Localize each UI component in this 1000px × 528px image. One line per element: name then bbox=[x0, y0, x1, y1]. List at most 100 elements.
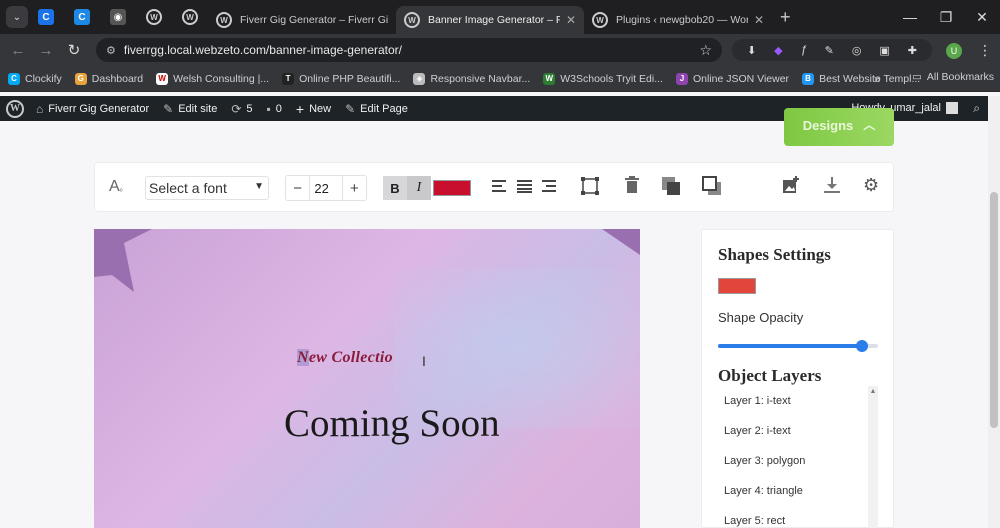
pinned-tab[interactable]: W bbox=[172, 0, 208, 34]
close-tab-icon[interactable]: ✕ bbox=[754, 13, 764, 27]
tab-search-icon[interactable]: ⌄ bbox=[6, 6, 28, 28]
wp-comments[interactable]: ▪ 0 bbox=[267, 102, 282, 116]
compass-icon[interactable]: ◎ bbox=[852, 44, 862, 57]
layer-item[interactable]: Layer 4: triangle bbox=[718, 476, 878, 506]
bold-button[interactable]: B bbox=[383, 176, 407, 200]
close-window-icon[interactable]: ✕ bbox=[964, 0, 1000, 34]
bookmark-item[interactable]: W Welsh Consulting |... bbox=[156, 72, 269, 85]
bookmark-item[interactable]: W W3Schools Tryit Edi... bbox=[543, 72, 663, 85]
reload-icon[interactable]: ↻ bbox=[60, 41, 88, 59]
layer-item[interactable]: Layer 5: rect bbox=[718, 506, 878, 528]
bookmark-item[interactable]: G Dashboard bbox=[74, 72, 143, 85]
add-image-icon[interactable] bbox=[782, 176, 800, 199]
layer-item[interactable]: Layer 1: i-text bbox=[718, 386, 878, 416]
bookmark-favicon-icon: G bbox=[74, 72, 87, 85]
updates-icon: ⟳ bbox=[231, 101, 242, 116]
bookmark-label: Best Website Templ... bbox=[819, 72, 921, 85]
align-right-icon[interactable] bbox=[542, 178, 558, 198]
font-select[interactable]: Select a font ▼ bbox=[145, 176, 269, 200]
color-picker-icon[interactable]: ✎ bbox=[825, 44, 834, 57]
align-center-icon[interactable] bbox=[517, 178, 533, 198]
page-scrollbar[interactable] bbox=[988, 96, 1000, 528]
trash-icon[interactable] bbox=[624, 176, 640, 199]
pinned-tab[interactable]: W bbox=[136, 0, 172, 34]
all-bookmarks-button[interactable]: ▭ All Bookmarks bbox=[912, 71, 994, 83]
resize-icon[interactable] bbox=[580, 176, 600, 201]
wp-edit-page[interactable]: ✎ Edit Page bbox=[345, 102, 408, 116]
increase-size-button[interactable]: + bbox=[343, 180, 366, 197]
new-collection-rest: ew Collectio bbox=[308, 349, 393, 366]
browser-tab[interactable]: W Plugins ‹ newgbob20 — WordP ✕ bbox=[584, 6, 772, 34]
camera-icon[interactable]: ▣ bbox=[879, 44, 889, 57]
bookmark-label: Clockify bbox=[25, 72, 62, 85]
layer-item[interactable]: Layer 2: i-text bbox=[718, 416, 878, 446]
bookmark-star-icon[interactable]: ☆ bbox=[699, 42, 712, 59]
bookmarks-overflow-icon[interactable]: » bbox=[874, 72, 881, 86]
designs-button[interactable]: Designs ︿ bbox=[784, 108, 894, 146]
minimize-icon[interactable]: — bbox=[892, 0, 928, 34]
font-extension-icon[interactable]: ƒ bbox=[801, 44, 807, 56]
text-color-picker[interactable] bbox=[433, 180, 471, 196]
download-icon[interactable] bbox=[823, 176, 841, 199]
triangle-shape[interactable] bbox=[602, 229, 640, 255]
url-field[interactable]: ⚙ fiverrgg.local.webzeto.com/banner-imag… bbox=[96, 38, 722, 62]
send-backward-svg bbox=[702, 176, 721, 195]
align-left-icon[interactable] bbox=[492, 178, 508, 198]
pinned-tab[interactable]: C bbox=[64, 0, 100, 34]
wordpress-icon: W bbox=[182, 9, 198, 25]
bring-forward-icon[interactable] bbox=[661, 176, 681, 201]
banner-canvas[interactable]: New Collectio I Coming Soon bbox=[94, 229, 640, 528]
bookmark-item[interactable]: J Online JSON Viewer bbox=[675, 72, 790, 85]
decrease-size-button[interactable]: − bbox=[286, 180, 309, 197]
star-polygon-shape[interactable] bbox=[94, 229, 152, 292]
new-tab-icon[interactable]: + bbox=[780, 7, 791, 28]
wp-new[interactable]: + New bbox=[296, 101, 331, 117]
app-icon: C bbox=[74, 9, 90, 25]
send-backward-icon[interactable] bbox=[702, 176, 722, 201]
shapes-settings-title: Shapes Settings bbox=[718, 245, 831, 264]
download-svg bbox=[824, 177, 840, 193]
scroll-up-icon[interactable]: ▲ bbox=[868, 388, 878, 395]
font-size-input[interactable]: 22 bbox=[309, 176, 343, 200]
puzzle-icon[interactable]: ✚ bbox=[908, 44, 917, 57]
new-collection-text[interactable]: New Collectio bbox=[297, 349, 393, 367]
bookmark-favicon-icon: W bbox=[156, 72, 169, 85]
settings-gear-icon[interactable]: ⚙ bbox=[863, 175, 879, 196]
bookmark-item[interactable]: C Clockify bbox=[8, 72, 62, 85]
shape-color-picker[interactable] bbox=[718, 278, 756, 294]
text-tool-icon[interactable]: Aₒ bbox=[109, 178, 123, 196]
wp-site-link[interactable]: ⌂ Fiverr Gig Generator bbox=[36, 102, 149, 116]
bookmark-item[interactable]: T Online PHP Beautifi... bbox=[282, 72, 400, 85]
opacity-slider-thumb[interactable] bbox=[856, 340, 868, 352]
coming-soon-text[interactable]: Coming Soon bbox=[284, 401, 500, 446]
browser-menu-icon[interactable]: ⋮ bbox=[978, 42, 992, 59]
opacity-slider-fill bbox=[718, 344, 862, 348]
wp-edit-site[interactable]: ✎ Edit site bbox=[163, 102, 217, 116]
pinned-tab[interactable]: C bbox=[28, 0, 64, 34]
bookmark-item[interactable]: ◈ Responsive Navbar... bbox=[413, 72, 530, 85]
restore-icon[interactable]: ❐ bbox=[928, 0, 964, 34]
browser-tab-active[interactable]: W Banner Image Generator – Fiver ✕ bbox=[396, 6, 584, 34]
download-extension-icon[interactable]: ⬇ bbox=[747, 44, 756, 57]
browser-tab[interactable]: W Fiverr Gig Generator – Fiverr Gi bbox=[208, 6, 396, 34]
layer-item[interactable]: Layer 3: polygon bbox=[718, 446, 878, 476]
home-icon: ⌂ bbox=[36, 101, 44, 116]
wp-updates[interactable]: ⟳ 5 bbox=[231, 102, 252, 116]
wordpress-logo-icon[interactable]: W bbox=[6, 99, 24, 118]
align-center-svg bbox=[517, 180, 532, 193]
bookmark-favicon-icon: ◈ bbox=[413, 72, 426, 85]
scrollbar-thumb[interactable] bbox=[990, 192, 998, 428]
bookmark-item[interactable]: B Best Website Templ... bbox=[802, 72, 921, 85]
opacity-slider[interactable] bbox=[718, 340, 878, 352]
profile-avatar[interactable]: U bbox=[946, 43, 962, 59]
search-icon[interactable]: ⌕ bbox=[973, 101, 980, 116]
bookmark-label: Online JSON Viewer bbox=[692, 72, 790, 85]
close-tab-icon[interactable]: ✕ bbox=[566, 13, 576, 27]
extension-icon[interactable]: ◆ bbox=[774, 44, 782, 57]
back-icon[interactable]: ← bbox=[4, 42, 32, 59]
italic-button[interactable]: I bbox=[407, 176, 431, 200]
pinned-tab[interactable]: ◉ bbox=[100, 0, 136, 34]
site-info-icon[interactable]: ⚙ bbox=[106, 44, 116, 57]
forward-icon[interactable]: → bbox=[32, 42, 60, 59]
layers-scrollbar[interactable]: ▲ bbox=[868, 386, 878, 528]
